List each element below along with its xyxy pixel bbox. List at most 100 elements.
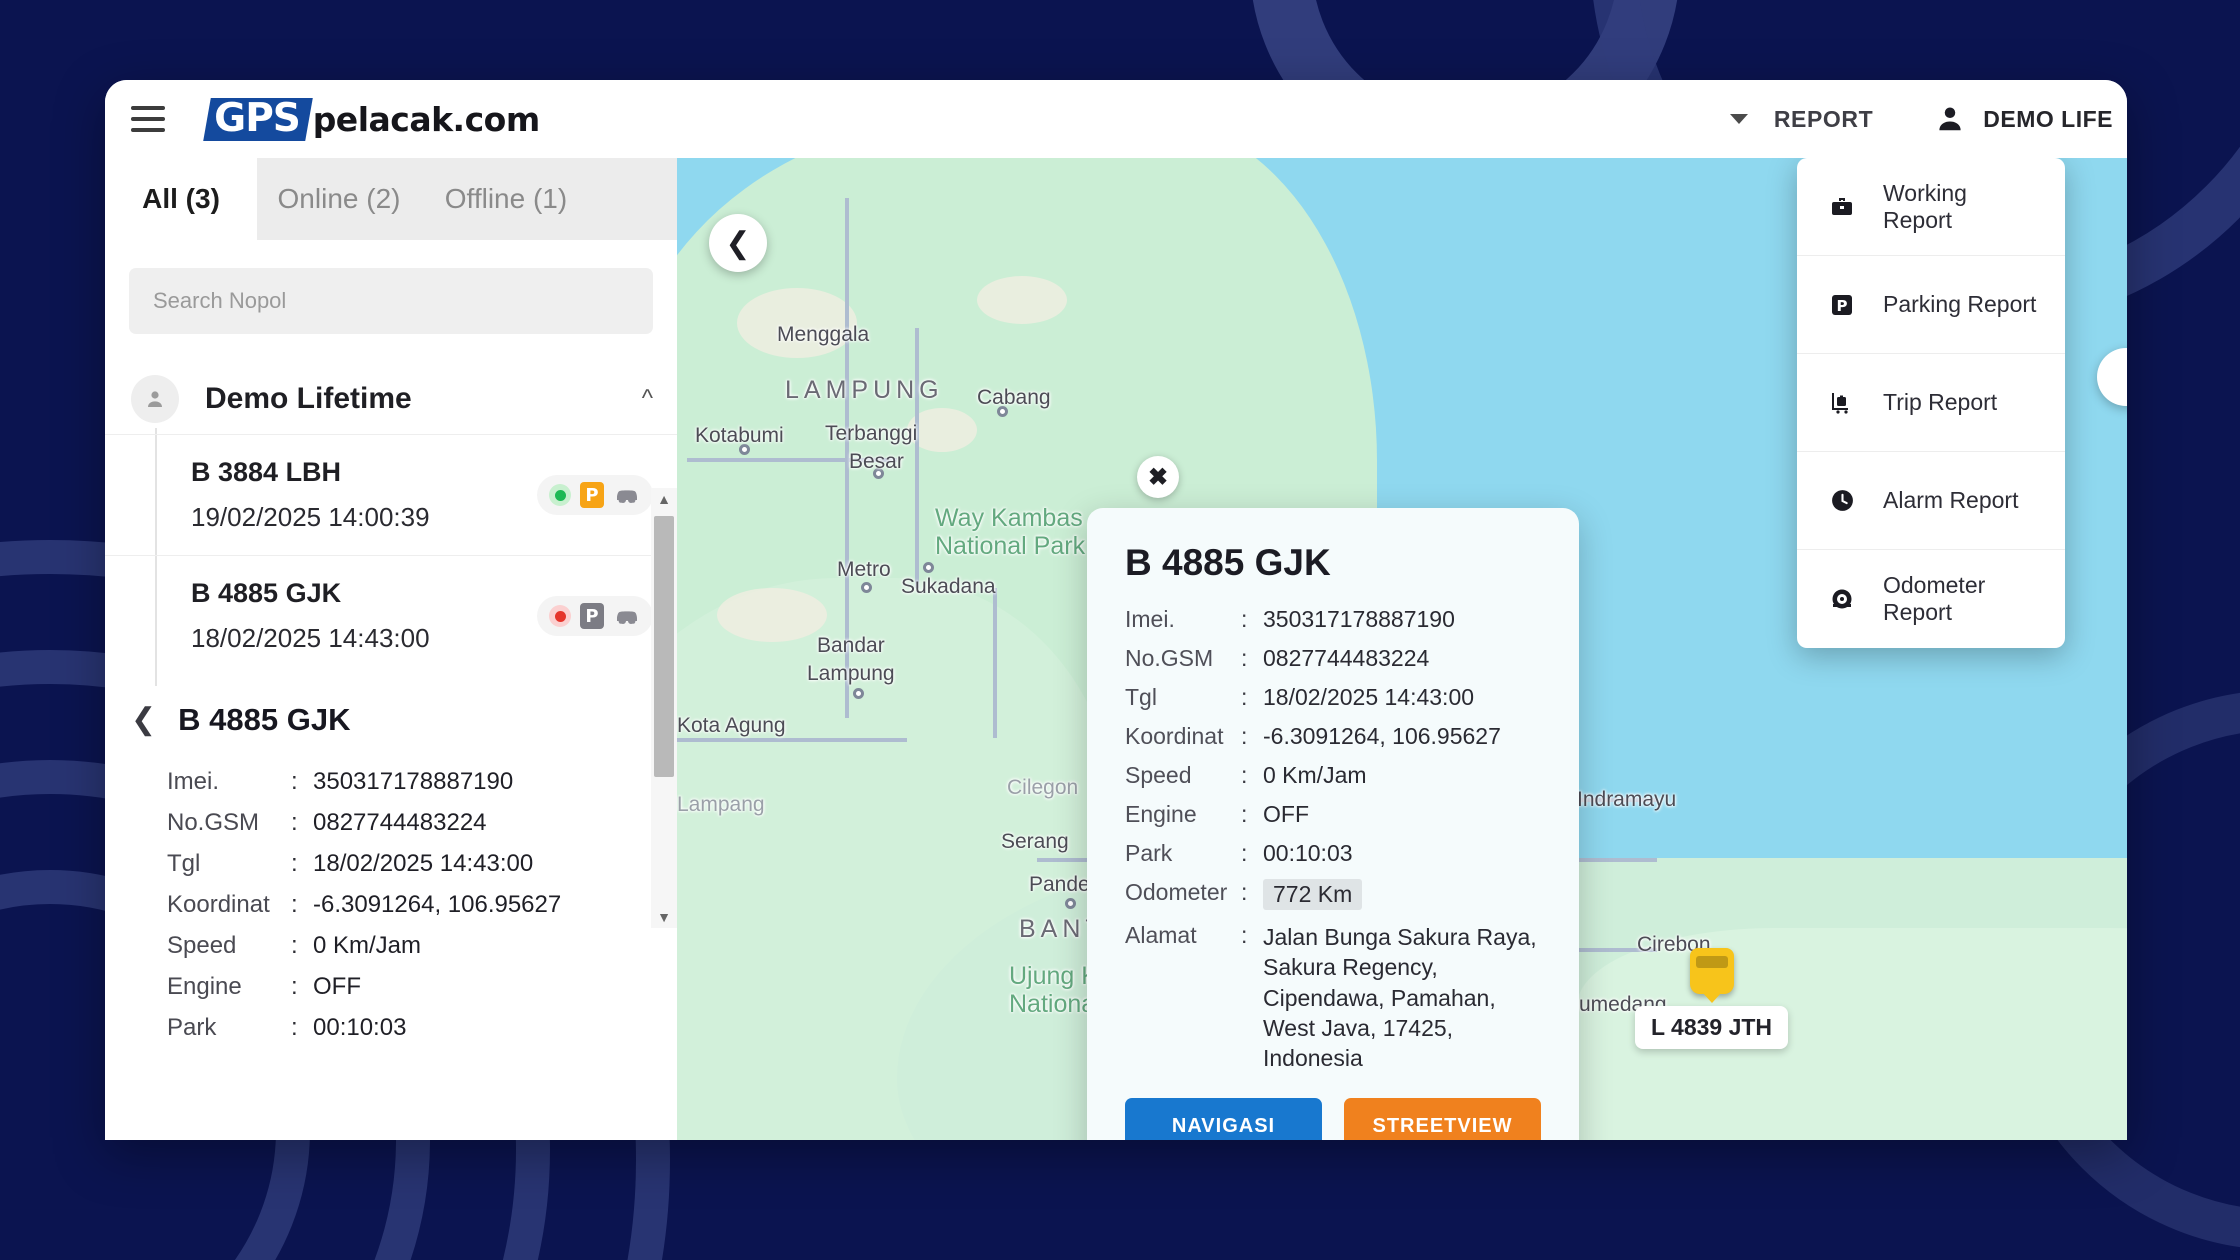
map-place-label: Metro (837, 558, 891, 581)
popup-separator: : (1241, 684, 1248, 710)
vehicle-timestamp: 19/02/2025 14:00:39 (191, 502, 430, 532)
tab-online[interactable]: Online (2) (257, 158, 421, 240)
map-marker-label: L 4839 JTH (1635, 1006, 1789, 1049)
device-group-header[interactable]: Demo Lifetime ^ (105, 370, 677, 428)
hamburger-icon[interactable] (131, 106, 165, 132)
popup-label: Alamat (1125, 922, 1197, 948)
map-place-label: Terbanggi (825, 422, 918, 445)
map-city-dot (861, 582, 872, 593)
detail-value: 0827744483224 (313, 809, 487, 836)
menu-item-parking-report[interactable]: P Parking Report (1797, 256, 2065, 354)
caret-down-icon[interactable]: ▼ (657, 906, 671, 928)
popup-title: B 4885 GJK (1125, 542, 1331, 583)
parking-icon: P (580, 603, 604, 629)
detail-separator: : (291, 932, 298, 959)
detail-value: 00:10:03 (313, 1014, 407, 1041)
collapse-sidebar-button[interactable]: ❮ (709, 214, 767, 272)
detail-row: No.GSM : 0827744483224 (167, 809, 677, 837)
popup-value: 0 Km/Jam (1263, 762, 1367, 788)
vehicle-plate: B 4885 GJK (191, 578, 342, 608)
parking-icon: P (1823, 293, 1861, 317)
popup-address-value: Jalan Bunga Sakura Raya, Sakura Regency,… (1263, 924, 1537, 1072)
popup-separator: : (1241, 723, 1248, 749)
sidebar-scrollbar[interactable]: ▲ ▼ (651, 488, 677, 928)
popup-value: 350317178887190 (1263, 606, 1455, 632)
detail-row: Koordinat : -6.3091264, 106.95627 (167, 891, 677, 919)
map-pin-icon[interactable] (1689, 948, 1734, 1003)
device-group: Demo Lifetime ^ B 3884 LBH 19/02/2025 14… (105, 370, 677, 686)
vehicle-plate: B 3884 LBH (191, 457, 342, 487)
person-icon[interactable] (1935, 104, 1965, 134)
detail-label: Koordinat (167, 891, 270, 918)
report-menu-button[interactable]: REPORT (1774, 106, 1873, 133)
detail-row: Park : 00:10:03 (167, 1014, 677, 1042)
popup-label: Engine (1125, 801, 1197, 827)
map-place-label: National Park (935, 532, 1086, 560)
close-icon[interactable]: ✖ (1137, 456, 1179, 498)
popup-value: 0827744483224 (1263, 645, 1430, 671)
popup-value: -6.3091264, 106.95627 (1263, 723, 1501, 749)
popup-action-buttons: NAVIGASI STREETVIEW (1125, 1097, 1541, 1140)
detail-separator: : (291, 973, 298, 1000)
popup-row: Park:00:10:03 (1125, 840, 1541, 867)
search-area (105, 240, 677, 334)
menu-item-alarm-report[interactable]: Alarm Report (1797, 452, 2065, 550)
streetview-button[interactable]: STREETVIEW (1344, 1097, 1541, 1140)
popup-row: Koordinat: -6.3091264, 106.95627 (1125, 723, 1541, 750)
detail-separator: : (291, 850, 298, 877)
status-dot-online-icon (549, 484, 571, 506)
sidebar-panel: All (3) Online (2) Offline (1) Demo Lif (105, 158, 677, 1140)
tab-all[interactable]: All (3) (105, 158, 257, 240)
menu-item-trip-report[interactable]: Trip Report (1797, 354, 2065, 452)
chevron-left-icon[interactable]: ❮ (131, 705, 156, 735)
map-control-button[interactable] (2097, 348, 2127, 406)
popup-label: Speed (1125, 762, 1192, 788)
search-input[interactable] (129, 268, 653, 334)
user-name-label[interactable]: DEMO LIFE (1983, 106, 2127, 133)
chevron-up-icon[interactable]: ^ (642, 387, 653, 411)
list-item[interactable]: B 3884 LBH 19/02/2025 14:00:39 P (105, 434, 677, 555)
map-place-label: Bandar (817, 634, 885, 657)
filter-tabs: All (3) Online (2) Offline (1) (105, 158, 677, 240)
map-canvas[interactable]: 1 MenggalaLAMPUNGCabangKotabumiTerbanggi… (677, 158, 2127, 1140)
detail-separator: : (291, 1014, 298, 1041)
topbar-right-group: REPORT DEMO LIFE (1729, 104, 2127, 134)
detail-separator: : (291, 891, 298, 918)
svg-text:P: P (1837, 297, 1848, 315)
map-place-label: Lampung (807, 662, 895, 685)
vehicle-list: B 3884 LBH 19/02/2025 14:00:39 P B 4885 … (105, 434, 677, 676)
brand-logo: GPS pelacak.com (203, 96, 540, 141)
menu-item-odometer-report[interactable]: Odometer Report (1797, 550, 2065, 648)
menu-item-working-report[interactable]: Working Report (1797, 158, 2065, 256)
detail-label: Engine (167, 973, 242, 1000)
detail-value: 350317178887190 (313, 768, 514, 795)
detail-row: Engine : OFF (167, 973, 677, 1001)
device-group-label: Demo Lifetime (205, 382, 412, 415)
popup-row: No.GSM:0827744483224 (1125, 645, 1541, 672)
status-dot-offline-icon (549, 605, 571, 627)
popup-label: Odometer (1125, 879, 1228, 905)
popup-label: Imei. (1125, 606, 1175, 632)
list-item[interactable]: B 4885 GJK 18/02/2025 14:43:00 P (105, 555, 677, 676)
popup-row: Tgl:18/02/2025 14:43:00 (1125, 684, 1541, 711)
car-icon (613, 485, 641, 505)
tab-offline[interactable]: Offline (1) (421, 158, 591, 240)
map-road (677, 738, 907, 742)
detail-label: Speed (167, 932, 237, 959)
briefcase-icon (1823, 195, 1861, 219)
caret-up-icon[interactable]: ▲ (657, 488, 671, 510)
map-city-dot (923, 562, 934, 573)
scrollbar-thumb[interactable] (654, 516, 674, 778)
car-icon (613, 606, 641, 626)
detail-header: ❮ B 4885 GJK (105, 702, 677, 738)
scrollbar-track[interactable] (651, 510, 677, 906)
avatar (131, 375, 179, 423)
menu-item-label: Trip Report (1883, 389, 1998, 415)
map-vehicle-marker[interactable]: L 4839 JTH (1635, 948, 1789, 1049)
chevron-down-icon[interactable] (1729, 114, 1748, 124)
navigasi-button[interactable]: NAVIGASI (1125, 1097, 1322, 1140)
map-place-label: Kota Agung (677, 714, 786, 737)
menu-item-label: Odometer Report (1883, 572, 1986, 625)
popup-separator: : (1241, 879, 1248, 905)
popup-value: 18/02/2025 14:43:00 (1263, 684, 1475, 710)
